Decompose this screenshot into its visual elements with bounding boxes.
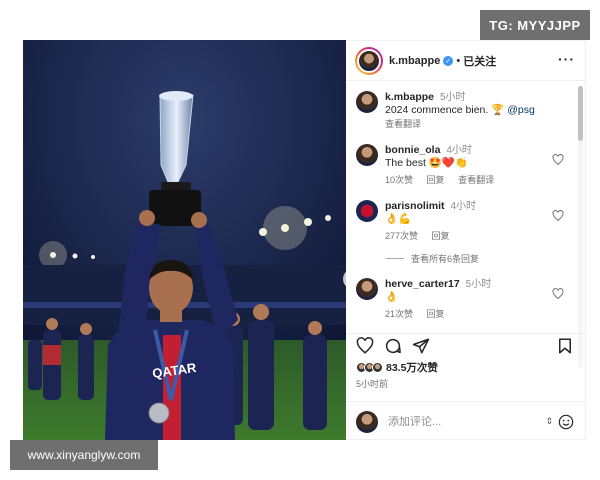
comment-time: 5小时 <box>465 279 492 290</box>
reply-button[interactable]: 回复 <box>427 309 445 319</box>
watermark-top: TG: MYYJJPP <box>480 10 590 40</box>
comment-like-count[interactable]: 277次赞 <box>385 231 418 241</box>
liker-avatar <box>372 362 383 373</box>
watermark-bottom: www.xinyanglyw.com <box>10 440 158 470</box>
add-comment-input[interactable] <box>388 415 528 428</box>
share-icon[interactable] <box>412 337 430 355</box>
avatar <box>357 48 381 73</box>
reply-button[interactable]: 回复 <box>432 231 450 241</box>
bookmark-icon[interactable] <box>556 337 574 355</box>
avatar <box>356 410 378 433</box>
avatar[interactable] <box>356 144 378 166</box>
comment-row: herve_carter17 5小时 👌 21次赞 回复 <box>346 278 576 321</box>
view-replies-label: 查看所有6条回复 <box>411 254 480 264</box>
sort-icon[interactable]: ⇕ <box>545 416 553 427</box>
comment-like-heart-icon[interactable] <box>552 210 564 222</box>
avatar[interactable] <box>356 200 378 222</box>
verified-badge-icon: ✓ <box>443 55 454 66</box>
emoji-icon[interactable] <box>558 414 574 430</box>
following-button[interactable]: 已关注 <box>463 53 496 69</box>
heart-icon[interactable] <box>356 337 374 355</box>
comment-text: The best 🤩❤️👏 <box>385 157 468 169</box>
post-photo-illustration: QATAR <box>23 40 346 440</box>
post-author-username[interactable]: k.mbappe <box>389 55 440 67</box>
caption-time: 5小时 <box>439 92 466 103</box>
caption-row: k.mbappe 5小时 2024 commence bien. 🏆 @psg … <box>346 91 576 131</box>
comment-text: 👌💪 <box>385 213 412 225</box>
post-image[interactable]: QATAR › <box>23 40 346 440</box>
comment-text: 👌 <box>385 291 399 303</box>
more-options-icon[interactable]: ··· <box>558 51 575 67</box>
comments-scrollbar[interactable] <box>578 86 583 368</box>
caption-text: 2024 commence bien. 🏆 <box>385 104 505 116</box>
caption-username[interactable]: k.mbappe <box>385 91 434 103</box>
comment-like-count[interactable]: 21次赞 <box>385 309 413 319</box>
reply-button[interactable]: 回复 <box>427 175 445 185</box>
header-separator: • <box>456 54 461 67</box>
likes-summary[interactable]: 83.5万次赞 <box>356 360 438 375</box>
caption-mention-link[interactable]: @psg <box>507 104 535 116</box>
avatar[interactable] <box>356 278 378 300</box>
view-replies-button[interactable]: 查看所有6条回复 <box>386 252 576 265</box>
comment-row: bonnie_ola 4小时 The best 🤩❤️👏 10次赞 回复 查看翻… <box>346 144 576 187</box>
comment-like-count[interactable]: 10次赞 <box>385 175 413 185</box>
post-header: k.mbappe ✓ • 已关注 ··· <box>346 41 585 81</box>
comment-like-heart-icon[interactable] <box>552 154 564 166</box>
comment-like-heart-icon[interactable] <box>552 288 564 300</box>
see-translation-link[interactable]: 查看翻译 <box>458 175 494 185</box>
like-count[interactable]: 83.5万次赞 <box>386 360 438 375</box>
comment-row: parisnolimit 4小时 👌💪 277次赞 回复 <box>346 200 576 243</box>
see-translation-link[interactable]: 查看翻译 <box>385 119 421 129</box>
profile-avatar-ring[interactable] <box>355 46 383 75</box>
avatar[interactable] <box>356 91 378 113</box>
comment-time: 4小时 <box>450 201 476 212</box>
scrollbar-thumb[interactable] <box>578 86 583 141</box>
post-timestamp: 5小时前 <box>356 379 389 389</box>
post-action-bar <box>346 333 586 357</box>
comments-list[interactable]: k.mbappe 5小时 2024 commence bien. 🏆 @psg … <box>346 82 576 367</box>
comment-username[interactable]: herve_carter17 <box>385 278 460 290</box>
comment-icon[interactable] <box>384 337 402 355</box>
comment-username[interactable]: parisnolimit <box>385 200 445 212</box>
comment-time: 4小时 <box>446 145 472 156</box>
comment-username[interactable]: bonnie_ola <box>385 144 440 156</box>
post-side-panel: k.mbappe ✓ • 已关注 ··· k.mbappe 5小时 2024 c… <box>346 40 586 440</box>
divider <box>386 258 404 259</box>
comment-composer: ⇕ <box>346 401 586 441</box>
